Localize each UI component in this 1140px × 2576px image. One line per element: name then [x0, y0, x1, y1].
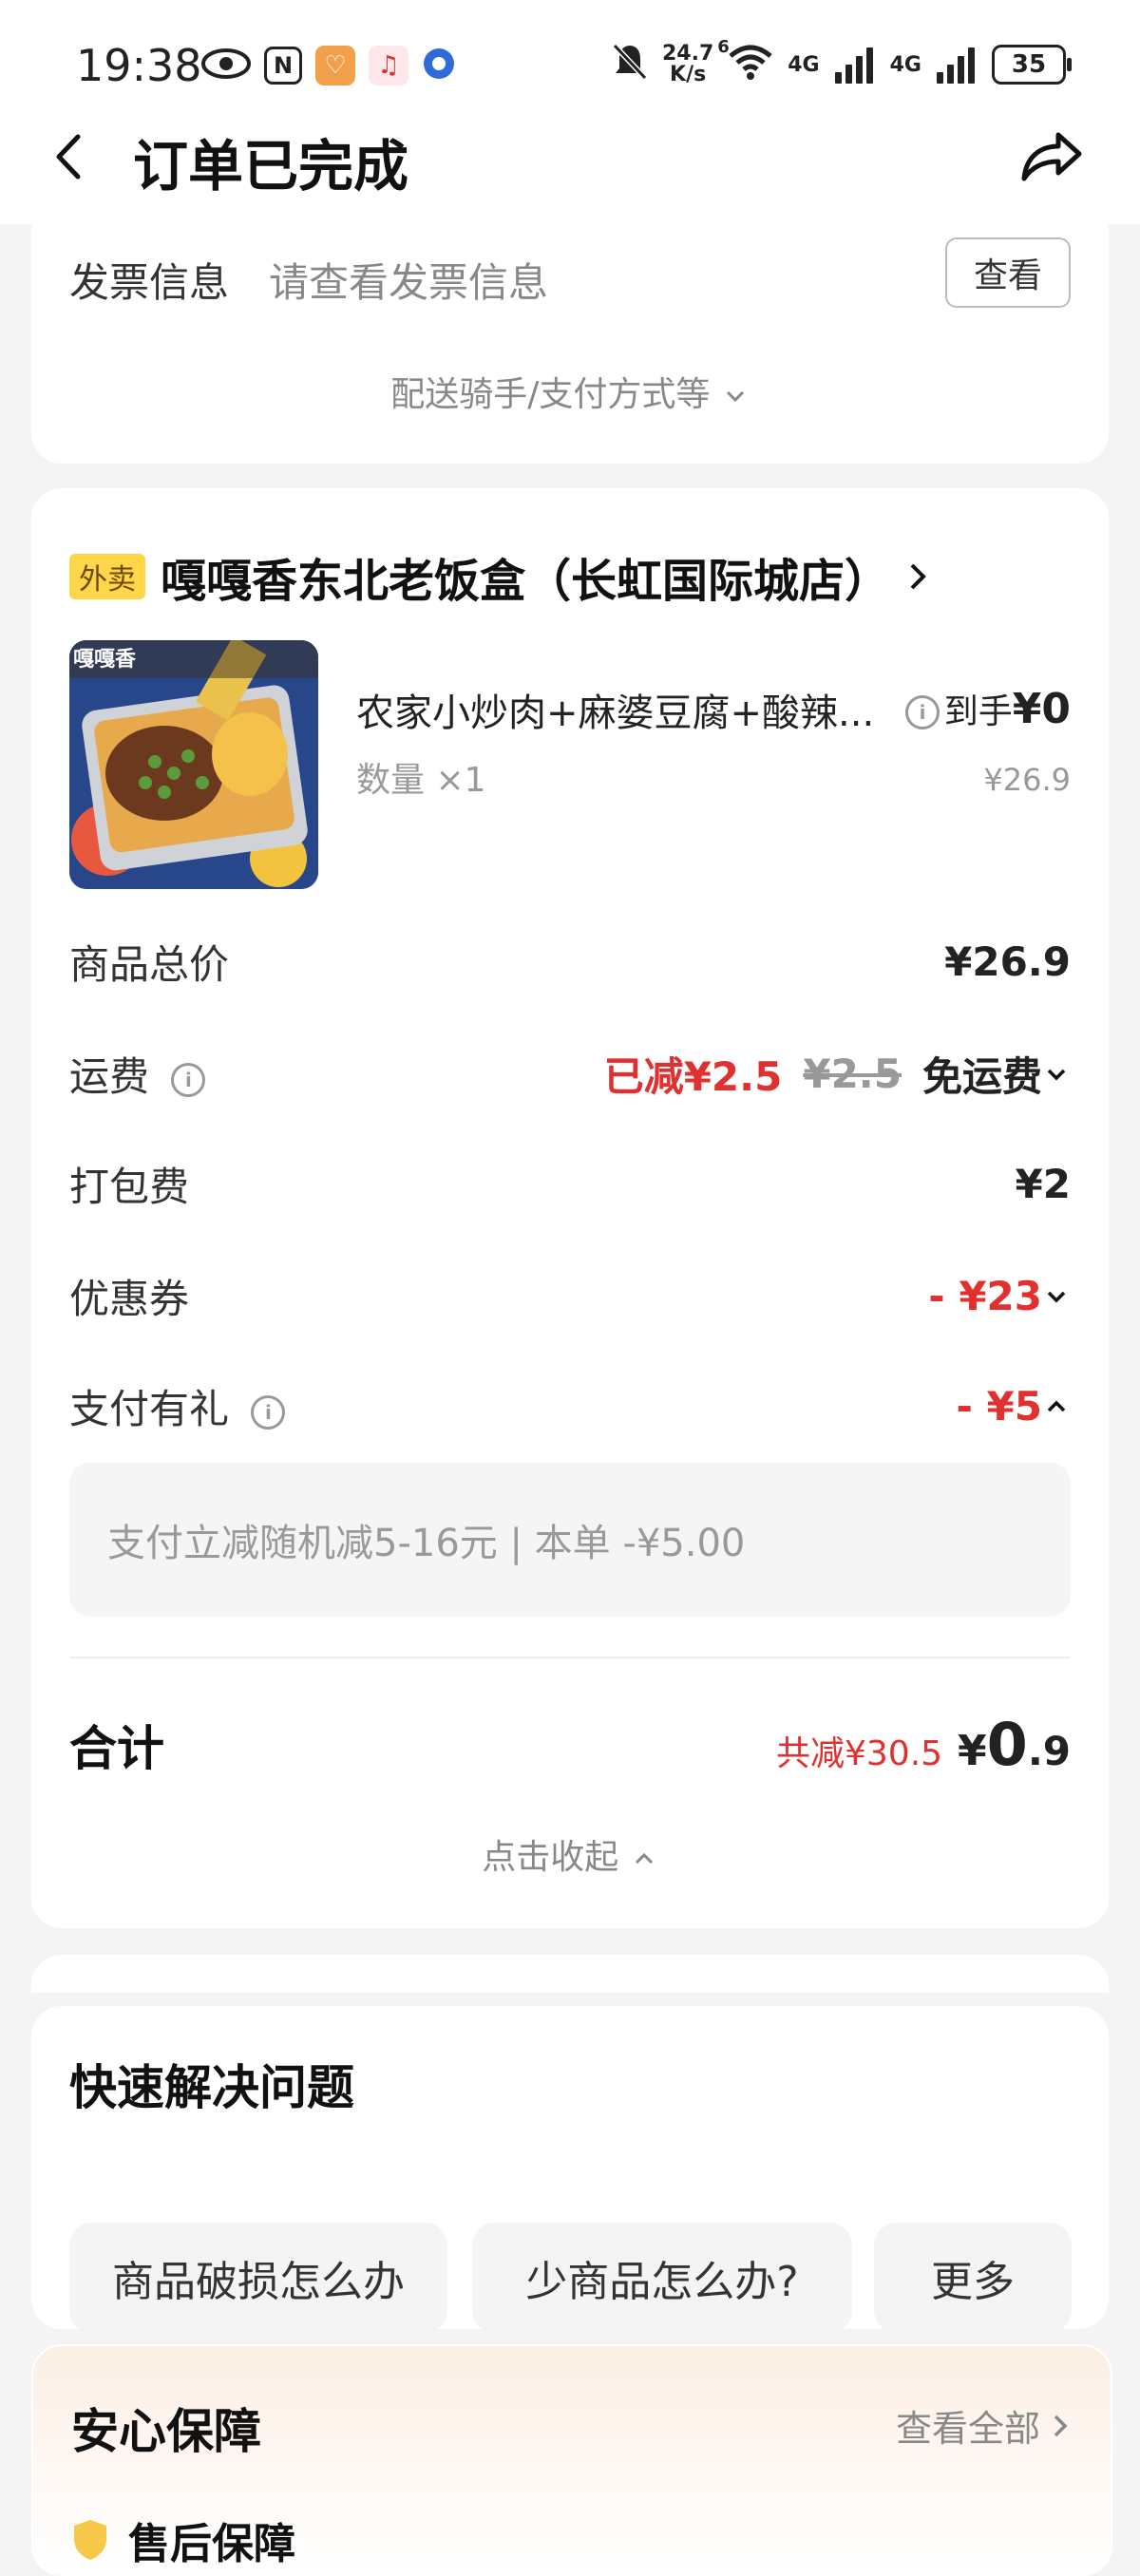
network-speed: 24.7 K/s	[661, 42, 714, 86]
guarantee-card: 安心保障 查看全部 售后保障	[31, 2344, 1112, 2576]
coupon-value: - ¥23	[928, 1273, 1042, 1319]
total-dec: .9	[1027, 1728, 1071, 1774]
page-title: 订单已完成	[133, 134, 409, 199]
battery-icon: 35	[992, 45, 1072, 85]
chevron-right-icon	[910, 563, 926, 590]
signal-2-label: 4G	[889, 52, 922, 77]
pay-gift-detail: 支付立减随机减5-16元 | 本单 -¥5.00	[107, 1522, 746, 1565]
pay-gift-detail-box: 支付立减随机减5-16元 | 本单 -¥5.00	[69, 1463, 1071, 1617]
quick-help-chip-missing[interactable]: 少商品怎么办?	[472, 2223, 852, 2333]
total-currency: ¥	[958, 1727, 987, 1775]
goods-total-label: 商品总价	[69, 941, 230, 988]
shipping-free: 免运费	[922, 1053, 1042, 1100]
goods-total-row: 商品总价 ¥26.9	[69, 933, 1071, 991]
back-button[interactable]	[44, 123, 101, 190]
total-row: 合计 共减¥30.5 ¥ 0 .9	[69, 1710, 1071, 1779]
packing-fee-row: 打包费 ¥2	[69, 1155, 1071, 1213]
item-original-price: ¥26.9	[983, 762, 1071, 798]
signal-2-icon	[935, 46, 978, 84]
invoice-row: 发票信息 请查看发票信息	[69, 251, 1071, 309]
status-app-icons: N ♡ ♫	[201, 46, 456, 85]
status-bar: 19:38 N ♡ ♫ 24.7 K/s 6 4G 4G 35	[0, 0, 1140, 133]
status-time: 19:38	[76, 40, 202, 91]
takeaway-badge: 外卖	[69, 554, 145, 599]
music-app-icon: ♫	[369, 46, 408, 85]
nfc-icon: N	[264, 47, 302, 85]
chevron-down-icon	[726, 390, 744, 403]
chevron-down-icon	[1047, 1069, 1066, 1080]
quick-help-title: 快速解决问题	[69, 2060, 354, 2115]
total-label: 合计	[69, 1720, 164, 1776]
pay-gift-label: 支付有礼	[69, 1386, 230, 1432]
invoice-label: 发票信息	[69, 259, 230, 306]
divider	[69, 1657, 1071, 1658]
shipping-label: 运费	[69, 1053, 150, 1100]
packing-label: 打包费	[69, 1164, 190, 1210]
food-image[interactable]: 嘎嘎香	[69, 640, 318, 889]
status-system-icons: 24.7 K/s 6 4G 4G 35	[611, 37, 1072, 87]
info-icon[interactable]: i	[251, 1394, 286, 1430]
hidden-card-peek	[31, 1955, 1109, 1993]
shipping-original: ¥2.5	[803, 1051, 902, 1097]
delivery-details-toggle[interactable]: 配送骑手/支付方式等	[31, 367, 1109, 416]
total-int: 0	[986, 1710, 1028, 1779]
food-photo	[69, 640, 318, 889]
store-header[interactable]: 外卖 嘎嘎香东北老饭盒（长虹国际城店）	[69, 543, 932, 610]
item-name[interactable]: 农家小炒肉+麻婆豆腐+酸辣...	[356, 682, 874, 737]
browser-app-icon	[422, 47, 456, 85]
mute-icon	[611, 42, 649, 87]
signal-1-icon	[833, 46, 877, 84]
shipping-reduced: 已减¥2.5	[603, 1053, 783, 1100]
store-name: 嘎嘎香东北老饭盒（长虹国际城店）	[161, 555, 891, 608]
coupon-row[interactable]: 优惠券 - ¥23	[69, 1267, 1071, 1325]
share-icon	[1021, 132, 1082, 181]
chevron-down-icon	[1047, 1291, 1066, 1302]
invoice-placeholder: 请查看发票信息	[269, 259, 549, 306]
heart-app-icon: ♡	[315, 46, 355, 85]
invoice-view-button[interactable]: 查看	[945, 237, 1071, 308]
pay-gift-row[interactable]: 支付有礼 i - ¥5	[69, 1377, 1071, 1435]
packing-value: ¥2	[1015, 1161, 1071, 1207]
info-icon[interactable]: i	[171, 1062, 206, 1097]
invoice-card: 发票信息 请查看发票信息 查看 配送骑手/支付方式等	[31, 224, 1109, 464]
back-arrow-icon	[56, 134, 81, 180]
quick-help-chip-damaged[interactable]: 商品破损怎么办	[69, 2223, 447, 2333]
collapse-toggle[interactable]: 点击收起	[31, 1829, 1109, 1879]
pay-gift-value: - ¥5	[956, 1383, 1042, 1430]
guarantee-item[interactable]: 售后保障	[71, 2510, 295, 2570]
wifi-icon: 6	[717, 37, 774, 86]
chevron-right-icon	[1054, 2415, 1068, 2436]
share-button[interactable]	[1016, 123, 1087, 190]
total-saved: 共减¥30.5	[775, 1734, 943, 1773]
order-detail-card: 外卖 嘎嘎香东北老饭盒（长虹国际城店） 嘎嘎香 农家小炒肉+麻婆豆腐+酸辣...…	[31, 488, 1109, 1928]
shield-icon	[74, 2520, 106, 2560]
guarantee-view-all[interactable]: 查看全部	[896, 2399, 1073, 2452]
food-image-brand: 嘎嘎香	[73, 648, 137, 672]
eye-icon	[201, 47, 251, 84]
chevron-up-icon	[635, 1852, 653, 1865]
signal-1-label: 4G	[788, 52, 820, 77]
goods-total-value: ¥26.9	[944, 938, 1071, 985]
guarantee-title: 安心保障	[71, 2404, 261, 2459]
info-icon[interactable]: i	[905, 695, 940, 729]
quick-help-chip-more[interactable]: 更多	[874, 2223, 1072, 2333]
shipping-row[interactable]: 运费 i 已减¥2.5 ¥2.5 免运费	[69, 1045, 1071, 1103]
item-net-price: 到手¥0	[943, 685, 1071, 733]
coupon-label: 优惠券	[69, 1276, 190, 1322]
item-quantity: 数量 ×1	[356, 761, 486, 800]
chevron-up-icon	[1047, 1400, 1066, 1411]
